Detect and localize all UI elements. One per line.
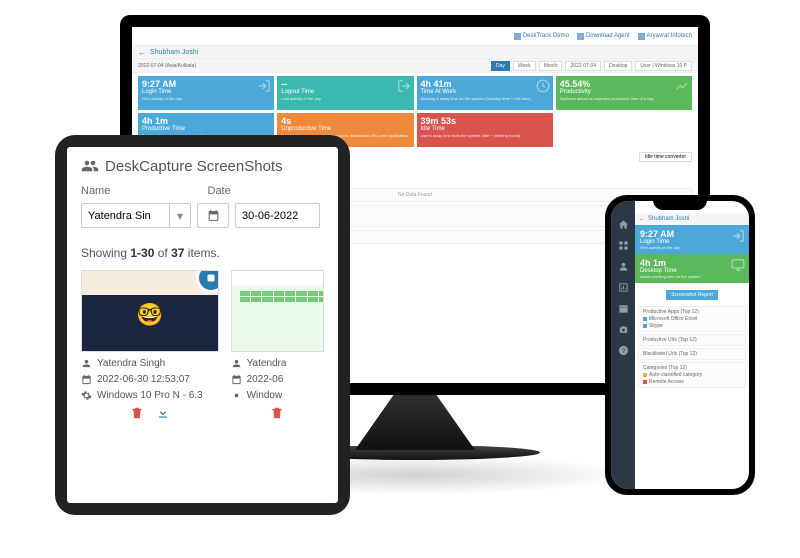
page-title: DeskCapture ScreenShots xyxy=(81,157,324,175)
tablet-screen: DeskCapture ScreenShots Name Date ▾ Show… xyxy=(67,147,338,503)
calendar-icon xyxy=(207,209,220,222)
calendar-icon xyxy=(231,374,242,385)
filter-date: 2022-07-04 (Asia/Kolkata) xyxy=(138,63,488,69)
meta-user: Yatendra xyxy=(231,358,324,369)
phone-main: ← Shubham Joshi 9:27 AMLogin TimeFirst a… xyxy=(635,201,749,489)
company-link[interactable]: Aryavrat Infotech xyxy=(638,33,692,40)
meta-timestamp: 2022-06 xyxy=(231,374,324,385)
phone-sec-blacklisted: Blacklisted Urls (Top 12) xyxy=(638,348,746,360)
phone-sec-productive-urls: Productive Urls (Top 12) xyxy=(638,334,746,346)
meta-os: Windows 10 Pro N - 6.3 xyxy=(81,390,219,401)
tablet-frame: DeskCapture ScreenShots Name Date ▾ Show… xyxy=(55,135,350,515)
name-label: Name xyxy=(81,185,198,197)
phone-screen: ? ← Shubham Joshi 9:27 AMLogin TimeFirst… xyxy=(611,201,749,489)
meta-user: Yatendra Singh xyxy=(81,358,219,369)
monitor-icon xyxy=(731,258,745,272)
screenshot-thumb[interactable] xyxy=(231,270,324,352)
filter-bar: 2022-07-04 (Asia/Kolkata) Day Week Month… xyxy=(132,59,698,73)
phone-sec-categories: Categories (Top 12) Auto-classified cate… xyxy=(638,362,746,388)
gear-icon xyxy=(231,390,242,401)
report-icon[interactable] xyxy=(618,280,629,291)
card-productivity: 45.54%ProductivitySystem's actual vs exp… xyxy=(556,76,692,110)
phone-sec-productive-apps: Productive Apps (Top 12) Microsoft Offic… xyxy=(638,306,746,332)
demo-link[interactable]: DeskTrack Demo xyxy=(514,33,569,40)
user-icon xyxy=(231,358,242,369)
card-idle-time: 39m 53sIdle TimeUser's away time from th… xyxy=(417,113,553,147)
logout-icon xyxy=(397,79,411,93)
calendar-icon[interactable] xyxy=(618,301,629,312)
clock-icon xyxy=(536,79,550,93)
name-dropdown-icon[interactable]: ▾ xyxy=(169,203,191,228)
phone-frame: ? ← Shubham Joshi 9:27 AMLogin TimeFirst… xyxy=(605,195,755,495)
screenshot-grid: 🤓 Yatendra Singh 2022-06-30 12:53:07 Win… xyxy=(81,270,324,420)
home-icon[interactable] xyxy=(618,217,629,228)
download-icon[interactable] xyxy=(156,406,170,420)
delete-icon[interactable] xyxy=(130,406,144,420)
phone-card-login: 9:27 AMLogin TimeFirst activity of the d… xyxy=(635,225,749,254)
breadcrumb: ← Shubham Joshi xyxy=(132,45,698,59)
apps-icon[interactable] xyxy=(618,238,629,249)
card-logout-time: --Logout TimeLast activity of the day xyxy=(277,76,413,110)
chart-icon xyxy=(675,79,689,93)
calendar-button[interactable] xyxy=(197,203,229,228)
phone-card-desktop: 4h 1mDesktop TimeActive working time on … xyxy=(635,254,749,283)
card-login-time: 9:27 AMLogin TimeFirst activity of the d… xyxy=(138,76,274,110)
svg-text:?: ? xyxy=(621,348,625,355)
idle-convertor-btn[interactable]: Idle time convertor xyxy=(639,152,692,162)
gear-icon xyxy=(81,390,92,401)
calendar-icon xyxy=(81,374,92,385)
help-icon[interactable]: ? xyxy=(618,343,629,354)
camera-icon[interactable] xyxy=(618,322,629,333)
phone-sidebar: ? xyxy=(611,201,635,489)
download-link[interactable]: Download Agent xyxy=(577,33,630,40)
emoji-icon: 🤓 xyxy=(136,302,163,328)
back-arrow-icon[interactable]: ← xyxy=(639,216,645,222)
meta-timestamp: 2022-06-30 12:53:07 xyxy=(81,374,219,385)
filter-date-picker[interactable]: 2022-07-04 xyxy=(565,61,601,71)
users-icon xyxy=(81,157,99,175)
delete-icon[interactable] xyxy=(270,406,284,420)
range-week[interactable]: Week xyxy=(513,61,536,71)
login-icon xyxy=(731,229,745,243)
screenshot-item[interactable]: 🤓 Yatendra Singh 2022-06-30 12:53:07 Win… xyxy=(81,270,219,420)
screenshot-thumb[interactable]: 🤓 xyxy=(81,270,219,352)
meta-os: Window xyxy=(231,390,324,401)
topbar: DeskTrack Demo Download Agent Aryavrat I… xyxy=(132,27,698,45)
back-arrow-icon[interactable]: ← xyxy=(138,48,146,57)
card-time-at-work: 4h 41mTime At WorkWorking & away time on… xyxy=(417,76,553,110)
phone-breadcrumb: ← Shubham Joshi xyxy=(635,213,749,225)
name-input[interactable] xyxy=(81,203,169,228)
select-badge[interactable] xyxy=(196,270,219,293)
date-input[interactable] xyxy=(235,203,320,228)
showing-text: Showing 1-30 of 37 items. xyxy=(81,246,324,260)
range-month[interactable]: Month xyxy=(539,61,563,71)
filter-user[interactable]: User | Windows 10 P xyxy=(635,61,692,71)
range-day[interactable]: Day xyxy=(491,61,510,71)
screenshot-item[interactable]: Yatendra 2022-06 Window xyxy=(231,270,324,420)
screenshot-report-button[interactable]: Screenshot Report xyxy=(666,290,718,300)
breadcrumb-user[interactable]: Shubham Joshi xyxy=(150,49,198,56)
login-icon xyxy=(257,79,271,93)
filter-device[interactable]: Desktop xyxy=(604,61,632,71)
user-icon xyxy=(81,358,92,369)
users-icon[interactable] xyxy=(618,259,629,270)
date-label: Date xyxy=(208,185,325,197)
